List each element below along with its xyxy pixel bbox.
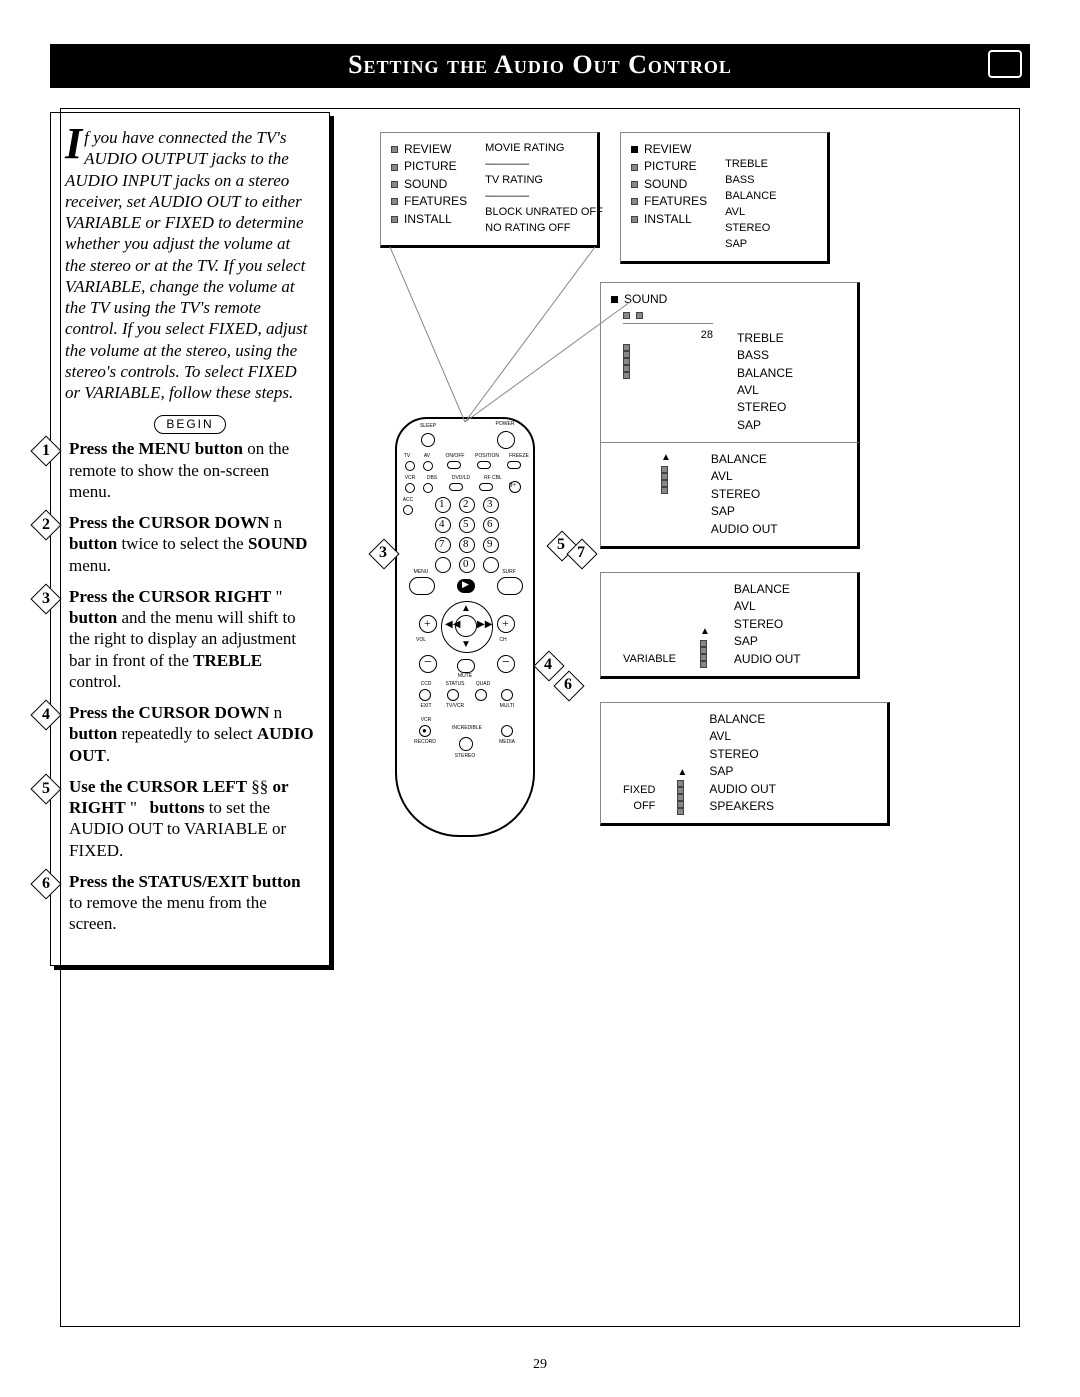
page-number: 29 bbox=[0, 1357, 1080, 1373]
page-title: Setting the Audio Out Control bbox=[348, 50, 732, 79]
page-title-bar: Setting the Audio Out Control bbox=[50, 44, 1030, 88]
intro-dropcap: I bbox=[65, 127, 84, 161]
step-2: 2 Press the CURSOR DOWN n button twice t… bbox=[65, 512, 315, 576]
osd-list-2-variable: VARIABLE ▲ BALANCE AVL STEREO SAP AUDIO … bbox=[600, 572, 860, 679]
remote-control-illustration: SLEEP POWER TV AV ON/OFF POSITION FREEZE… bbox=[395, 417, 535, 837]
step-number-diamond-icon: 2 bbox=[33, 512, 59, 538]
osd-diagram-area: REVIEW PICTURE SOUND FEATURES INSTALL MO… bbox=[370, 112, 1030, 966]
callout-6: 6 bbox=[555, 672, 583, 700]
osd-main-menu-left: REVIEW PICTURE SOUND FEATURES INSTALL MO… bbox=[380, 132, 600, 248]
osd-sound-menu: SOUND 28 TREBLE BASS BALANCE bbox=[600, 282, 860, 445]
intro-paragraph: If you have connected the TV's AUDIO OUT… bbox=[65, 127, 315, 403]
callout-3: 3 bbox=[370, 540, 398, 568]
osd-list-3-fixed: FIXED OFF ▲ BALANCE AVL STEREO SAP AUDI bbox=[600, 702, 890, 826]
step-5: 5 Use the CURSOR LEFT §§ or RIGHT " butt… bbox=[65, 776, 315, 861]
step-number-diamond-icon: 5 bbox=[33, 776, 59, 802]
osd-list-1: ▲ BALANCE AVL STEREO SAP AUDIO OUT bbox=[600, 442, 860, 549]
instructions-column: If you have connected the TV's AUDIO OUT… bbox=[50, 112, 330, 966]
step-1: 1 Press the MENU button on the remote to… bbox=[65, 438, 315, 502]
step-number-diamond-icon: 3 bbox=[33, 586, 59, 612]
osd-main-menu-right: REVIEW PICTURE SOUND FEATURES INSTALL TR… bbox=[620, 132, 830, 264]
step-6: 6 Press the STATUS/EXIT button to remove… bbox=[65, 871, 315, 935]
step-3: 3 Press the CURSOR RIGHT " button and th… bbox=[65, 586, 315, 692]
step-number-diamond-icon: 1 bbox=[33, 438, 59, 464]
tv-icon bbox=[988, 50, 1022, 78]
callout-7: 7 bbox=[568, 540, 596, 568]
step-number-diamond-icon: 6 bbox=[33, 871, 59, 897]
step-4: 4 Press the CURSOR DOWN n button repeate… bbox=[65, 702, 315, 766]
begin-badge: BEGIN bbox=[154, 415, 226, 434]
step-number-diamond-icon: 4 bbox=[33, 702, 59, 728]
instructions-card: If you have connected the TV's AUDIO OUT… bbox=[50, 112, 330, 966]
